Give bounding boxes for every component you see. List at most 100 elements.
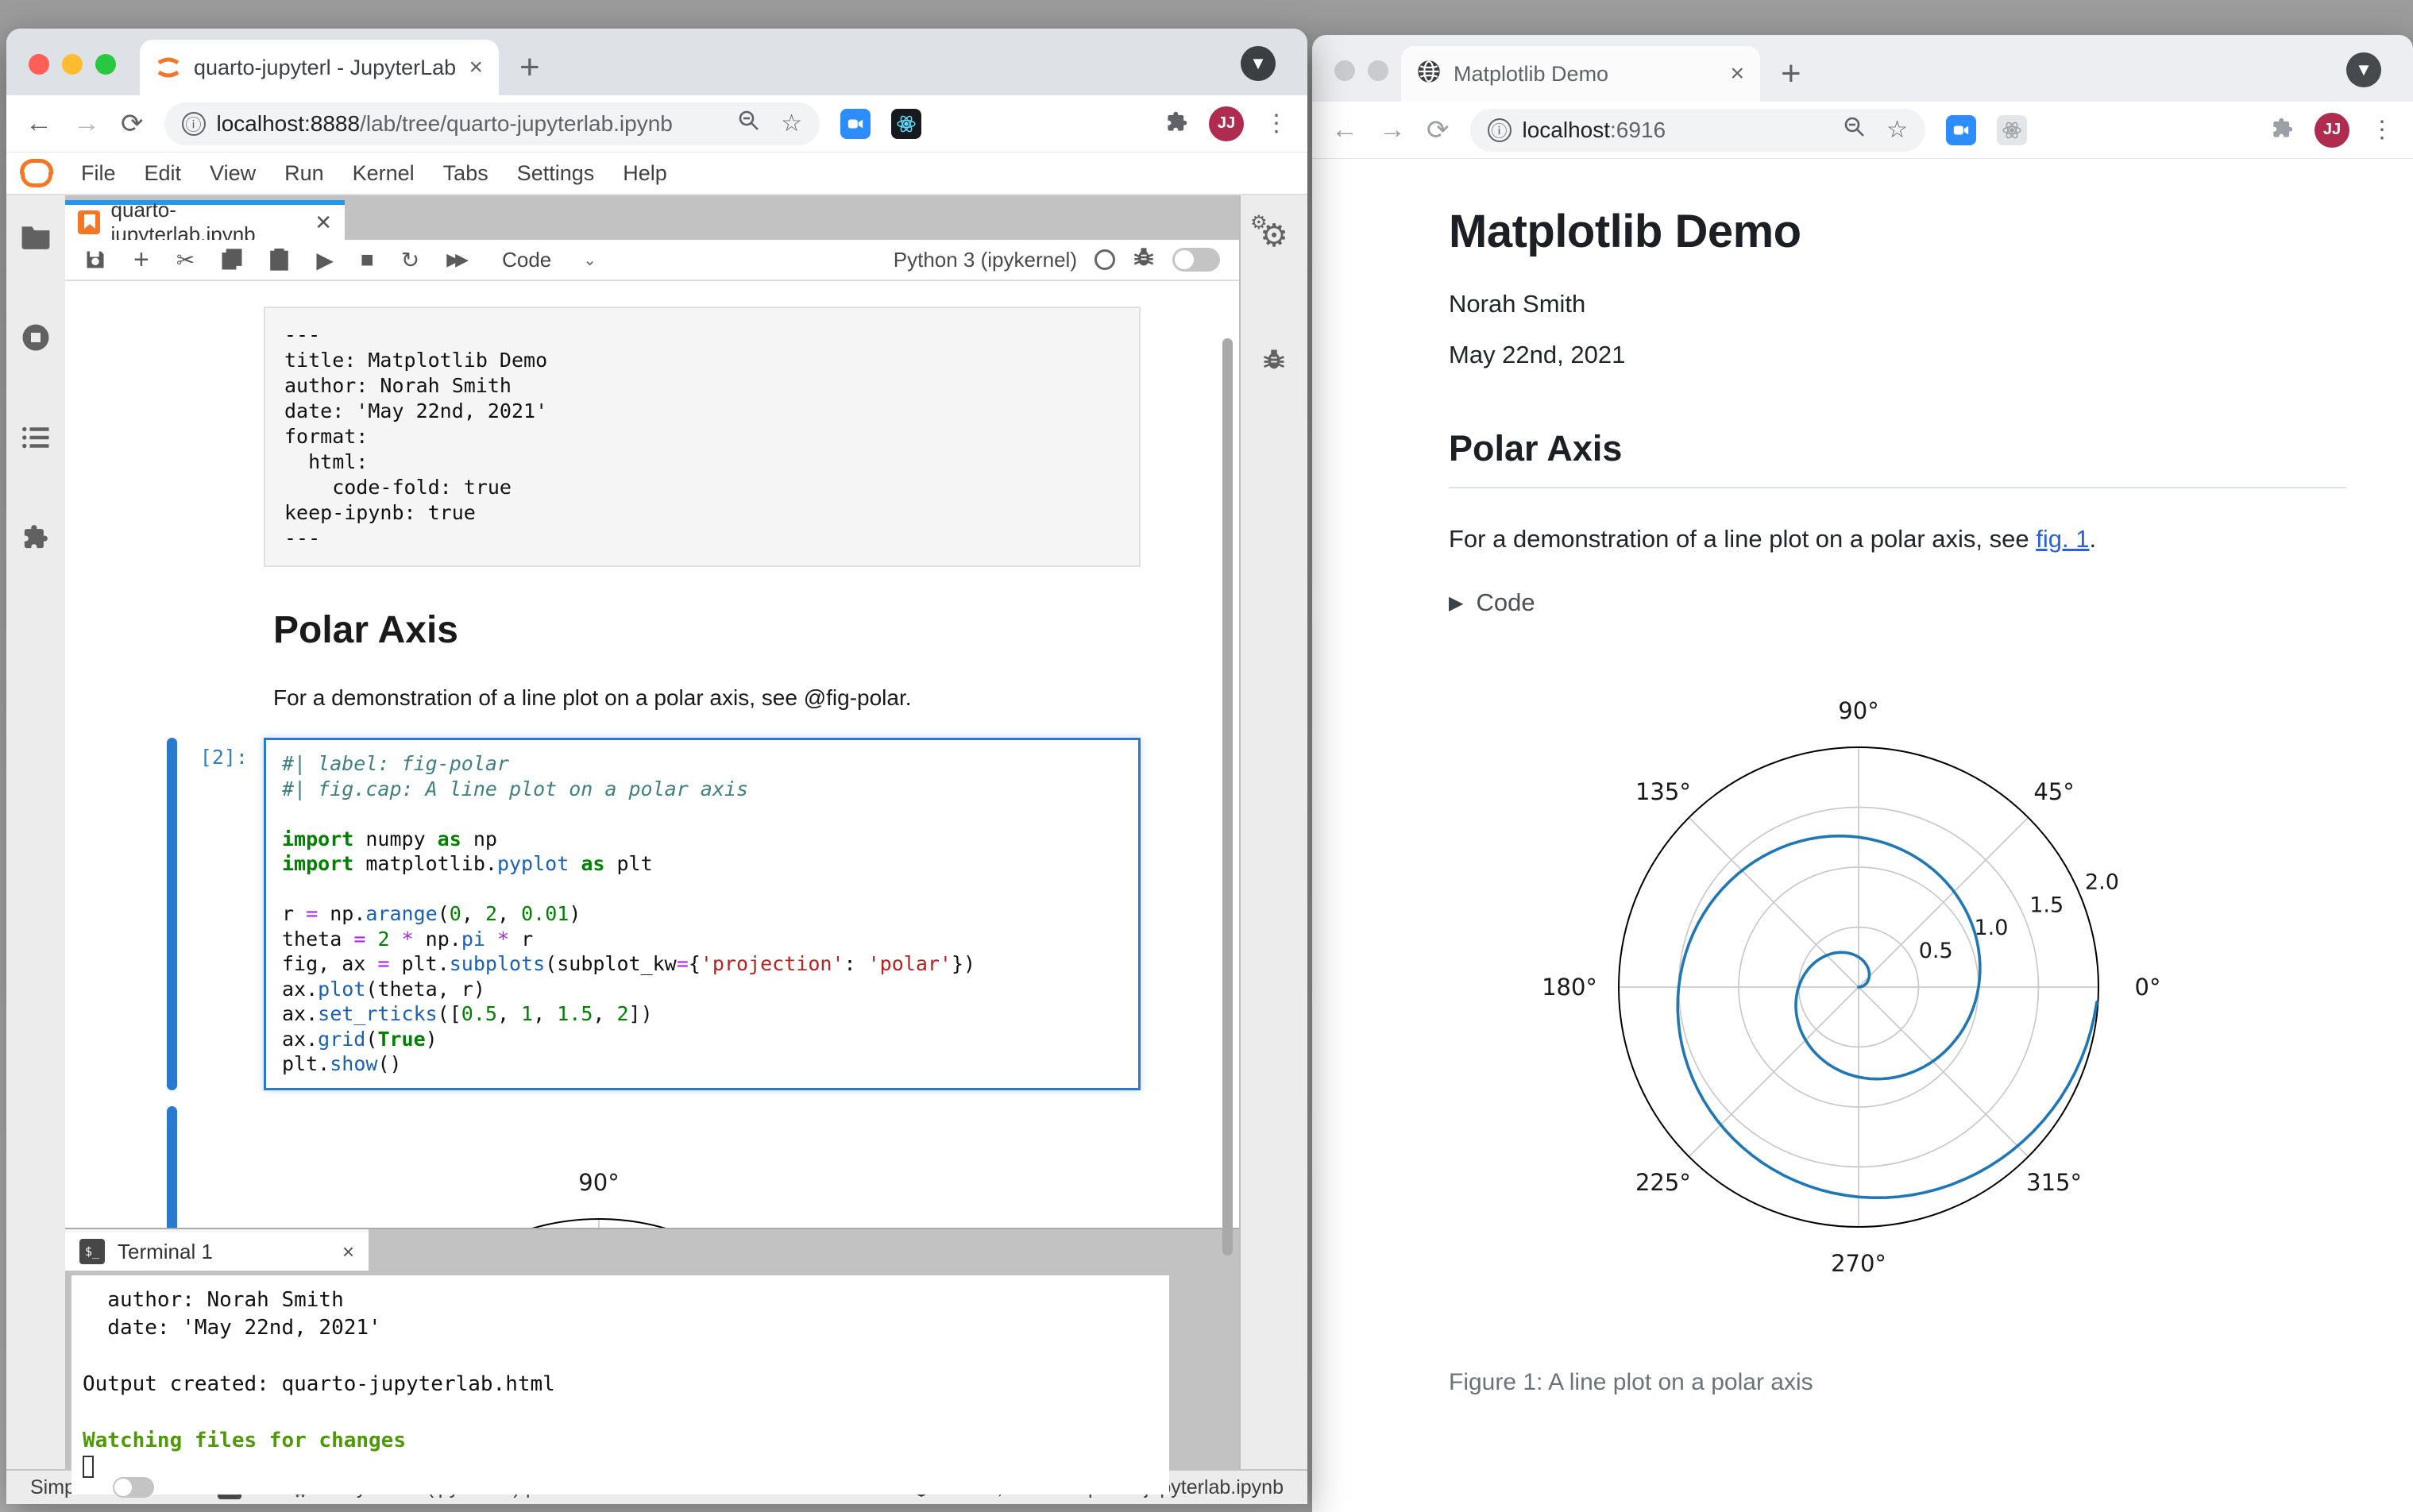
site-info-icon[interactable]: ⓘ bbox=[1487, 118, 1512, 142]
running-kernels-icon[interactable] bbox=[21, 323, 50, 356]
browser-menu-icon[interactable]: ⋮ bbox=[2370, 116, 2394, 144]
terminal-tab[interactable]: $_ Terminal 1 × bbox=[65, 1229, 369, 1271]
add-cell-button[interactable]: + bbox=[133, 245, 149, 276]
back-icon[interactable]: ← bbox=[1331, 114, 1358, 145]
cell-collapser[interactable] bbox=[167, 738, 177, 1090]
code-cell[interactable]: [2]: #| label: fig-polar #| fig.cap: A li… bbox=[65, 738, 1239, 1090]
menu-item-kernel[interactable]: Kernel bbox=[338, 161, 429, 185]
markdown-cell[interactable]: Polar Axis For a demonstration of a line… bbox=[65, 608, 1239, 711]
browser-tab[interactable]: quarto-jupyterl - JupyterLab × bbox=[140, 40, 499, 95]
puzzle-extensions-icon[interactable] bbox=[1166, 110, 1188, 137]
menu-item-tabs[interactable]: Tabs bbox=[429, 161, 503, 185]
debugger-sidebar-icon[interactable] bbox=[1262, 348, 1286, 376]
cell-type-select[interactable]: Code ⌄ bbox=[502, 248, 596, 272]
kernel-status-icon bbox=[1095, 249, 1115, 270]
menu-item-edit[interactable]: Edit bbox=[130, 161, 196, 185]
close-window-button[interactable] bbox=[1334, 60, 1355, 81]
table-of-contents-icon[interactable] bbox=[21, 426, 50, 453]
menu-item-help[interactable]: Help bbox=[608, 161, 681, 185]
url-text[interactable]: localhost:6916 bbox=[1523, 118, 1666, 143]
svg-text:0.5: 0.5 bbox=[1919, 939, 1953, 963]
menu-item-settings[interactable]: Settings bbox=[503, 161, 609, 185]
menu-item-view[interactable]: View bbox=[195, 161, 270, 185]
svg-text:1.0: 1.0 bbox=[1975, 916, 2009, 940]
copy-cells-button[interactable] bbox=[222, 249, 242, 271]
code-editor[interactable]: #| label: fig-polar #| fig.cap: A line pl… bbox=[264, 738, 1141, 1090]
chevron-down-icon: ⌄ bbox=[583, 251, 597, 269]
zoom-out-icon[interactable] bbox=[736, 108, 762, 140]
restart-kernel-button[interactable]: ↻ bbox=[401, 247, 419, 273]
tab-close-icon[interactable]: × bbox=[469, 54, 483, 81]
browser-menu-icon[interactable]: ⋮ bbox=[1264, 110, 1288, 137]
debugger-toggle[interactable] bbox=[1172, 248, 1220, 272]
url-text[interactable]: localhost:8888/lab/tree/quarto-jupyterla… bbox=[217, 111, 673, 137]
jupyter-favicon-icon bbox=[156, 55, 181, 80]
notebook-content[interactable]: --- title: Matplotlib Demo author: Norah S… bbox=[65, 281, 1239, 1228]
kernel-name[interactable]: Python 3 (ipykernel) bbox=[894, 248, 1077, 272]
minimize-window-button[interactable] bbox=[62, 54, 83, 75]
reload-icon[interactable]: ⟳ bbox=[121, 108, 144, 140]
forward-icon[interactable]: → bbox=[1379, 114, 1406, 145]
forward-icon[interactable]: → bbox=[73, 108, 100, 139]
zoom-extension-icon[interactable] bbox=[1946, 114, 1976, 145]
tab-title: quarto-jupyterl - JupyterLab bbox=[194, 55, 457, 79]
browser-tab[interactable]: Matplotlib Demo × bbox=[1401, 46, 1760, 102]
browser-dropdown-icon[interactable]: ▼ bbox=[2346, 52, 2381, 87]
svg-text:180°: 180° bbox=[1542, 974, 1597, 1001]
figure-link[interactable]: fig. 1 bbox=[2036, 525, 2089, 553]
property-inspector-icon[interactable]: ⚙ ⚙ bbox=[1250, 212, 1288, 254]
files-icon[interactable] bbox=[21, 224, 51, 253]
output-collapser[interactable] bbox=[167, 1105, 177, 1228]
notebook-tab-close-icon[interactable]: ✕ bbox=[315, 210, 332, 235]
bookmark-star-icon[interactable]: ☆ bbox=[781, 110, 802, 137]
notebook-tabbar: quarto-jupyterlab.ipynb ✕ bbox=[65, 195, 1239, 246]
markdown-heading: Polar Axis bbox=[273, 609, 458, 651]
new-tab-button[interactable]: + bbox=[1781, 54, 1801, 94]
reload-icon[interactable]: ⟳ bbox=[1427, 114, 1450, 146]
notebook-tab[interactable]: quarto-jupyterlab.ipynb ✕ bbox=[65, 198, 345, 246]
paste-cells-button[interactable] bbox=[269, 249, 289, 271]
quarto-preview-browser-window: Matplotlib Demo × + ▼ ← → ⟳ ⓘ localhost:… bbox=[1312, 35, 2413, 1512]
restart-run-all-button[interactable]: ▶▶ bbox=[446, 249, 469, 270]
profile-avatar[interactable]: JJ bbox=[1209, 106, 1244, 141]
save-button[interactable] bbox=[84, 249, 106, 271]
browser-dropdown-icon[interactable]: ▼ bbox=[1241, 46, 1276, 81]
terminal-tab-close-icon[interactable]: × bbox=[342, 1240, 354, 1264]
menu-item-run[interactable]: Run bbox=[270, 161, 338, 185]
svg-text:315°: 315° bbox=[2026, 1169, 2082, 1196]
zoom-out-icon[interactable] bbox=[1842, 114, 1867, 146]
tab-title: Matplotlib Demo bbox=[1454, 61, 1609, 86]
react-devtools-icon[interactable] bbox=[1997, 114, 2027, 145]
zoom-window-button[interactable] bbox=[95, 54, 116, 75]
zoom-extension-icon[interactable] bbox=[840, 108, 871, 139]
terminal-output[interactable]: author: Norah Smith date: 'May 22nd, 202… bbox=[71, 1275, 1169, 1495]
tab-close-icon[interactable]: × bbox=[1730, 60, 1744, 87]
notebook-scrollbar[interactable] bbox=[1222, 338, 1233, 1256]
new-tab-button[interactable]: + bbox=[519, 48, 540, 87]
browser-tabstrip: quarto-jupyterl - JupyterLab × + ▼ bbox=[6, 29, 1307, 95]
traffic-lights[interactable] bbox=[29, 54, 116, 75]
bookmark-star-icon[interactable]: ☆ bbox=[1886, 116, 1908, 144]
browser-toolbar: ← → ⟳ ⓘ localhost:8888/lab/tree/quarto-j… bbox=[6, 95, 1307, 152]
puzzle-extensions-icon[interactable] bbox=[2272, 117, 2294, 143]
site-info-icon[interactable]: ⓘ bbox=[181, 111, 206, 136]
address-bar[interactable]: ⓘ localhost:6916 ☆ bbox=[1469, 108, 1925, 152]
minimize-window-button[interactable] bbox=[1368, 60, 1388, 81]
react-devtools-icon[interactable] bbox=[891, 108, 921, 139]
back-icon[interactable]: ← bbox=[25, 108, 52, 139]
jupyterlab-activity-bar bbox=[6, 195, 65, 1469]
debugger-bug-icon[interactable] bbox=[1133, 246, 1155, 274]
raw-cell[interactable]: --- title: Matplotlib Demo author: Norah S… bbox=[65, 307, 1239, 567]
extensions-icon[interactable] bbox=[22, 523, 49, 554]
close-window-button[interactable] bbox=[29, 54, 49, 75]
svg-text:270°: 270° bbox=[1831, 1250, 1886, 1277]
simple-mode-toggle[interactable] bbox=[113, 1477, 155, 1498]
globe-favicon-icon bbox=[1417, 60, 1441, 89]
cut-cells-button[interactable]: ✂ bbox=[176, 247, 195, 273]
run-cell-button[interactable]: ▶ bbox=[316, 247, 334, 273]
interrupt-kernel-button[interactable]: ■ bbox=[361, 247, 374, 272]
address-bar[interactable]: ⓘ localhost:8888/lab/tree/quarto-jupyter… bbox=[164, 102, 820, 145]
menu-item-file[interactable]: File bbox=[67, 161, 130, 185]
execution-prompt: [2]: bbox=[199, 746, 248, 769]
profile-avatar[interactable]: JJ bbox=[2315, 112, 2349, 148]
